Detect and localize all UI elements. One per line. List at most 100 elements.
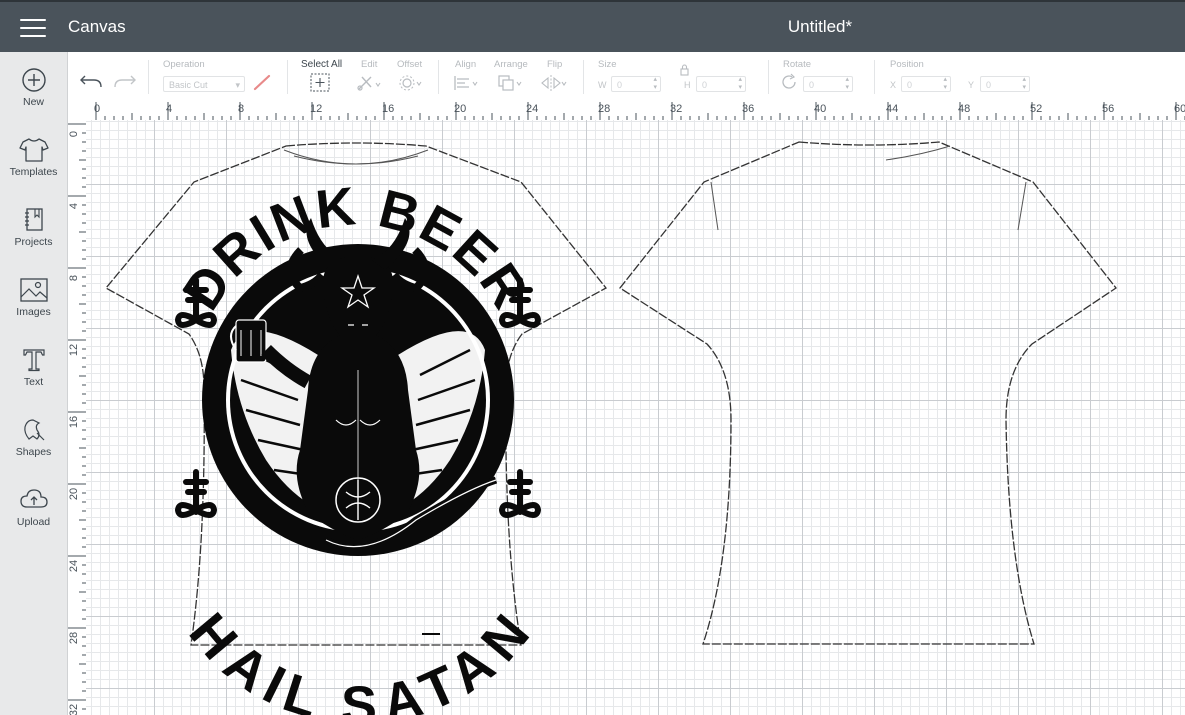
horizontal-ruler: 0 4 8 12 16 20 24 28 32 36 40 44 48 52 5… xyxy=(68,102,1185,121)
flip-button[interactable] xyxy=(539,72,567,96)
ruler-label: 40 xyxy=(814,103,827,115)
position-x-input[interactable]: 0 xyxy=(901,76,951,92)
pen-line-icon xyxy=(253,74,271,91)
projects-icon xyxy=(24,208,43,231)
edit-button[interactable] xyxy=(354,72,382,96)
canvas-artwork: DRINK BEER HAIL SATAN xyxy=(104,141,1117,715)
tshirt-back-template[interactable] xyxy=(619,141,1117,645)
size-w-label: W xyxy=(598,80,607,90)
sidebar-item-text[interactable]: Text xyxy=(0,347,67,409)
shapes-icon xyxy=(23,419,44,441)
sidebar-item-images[interactable]: Images xyxy=(0,277,67,339)
align-label: Align xyxy=(455,59,477,70)
divider xyxy=(874,60,875,94)
scissors-pen-icon xyxy=(357,76,381,91)
ruler-label: 0 xyxy=(94,103,101,115)
divider xyxy=(438,60,439,94)
leviathan-cross-icon xyxy=(174,469,218,518)
divider xyxy=(768,60,769,94)
offset-button[interactable] xyxy=(396,72,424,96)
sidebar-item-templates[interactable]: Templates xyxy=(0,137,67,199)
position-y-input[interactable]: 0 xyxy=(980,76,1030,92)
rotate-icon-wrap xyxy=(780,72,800,96)
ruler-label: 44 xyxy=(886,103,899,115)
tshirt-icon xyxy=(18,138,49,162)
ruler-label: 12 xyxy=(68,343,80,357)
tshirt-front-neckline xyxy=(283,149,429,165)
design-text-bottom: HAIL SATAN xyxy=(178,602,542,715)
arrange-icon xyxy=(498,75,522,91)
lock-proportions-button[interactable] xyxy=(674,62,694,78)
upload-icon xyxy=(19,489,48,508)
height-input[interactable]: 0 xyxy=(696,76,746,92)
sidebar-item-label: Projects xyxy=(14,236,53,248)
ruler-label: 16 xyxy=(68,415,80,429)
ruler-label: 28 xyxy=(68,631,80,645)
arrange-button[interactable] xyxy=(496,72,524,96)
title-bar: Canvas Untitled* xyxy=(0,0,1185,52)
document-title[interactable]: Untitled* xyxy=(0,17,1185,37)
ruler-label: 28 xyxy=(598,103,611,115)
sidebar-item-projects[interactable]: Projects xyxy=(0,207,67,269)
ruler-label: 4 xyxy=(68,202,80,210)
redo-icon xyxy=(114,75,136,88)
ruler-label: 32 xyxy=(68,703,80,715)
sidebar-item-label: Images xyxy=(16,306,51,318)
select-all-icon xyxy=(310,73,330,92)
ruler-label: 48 xyxy=(958,103,971,115)
ruler-label: 24 xyxy=(526,103,539,115)
rotate-input[interactable]: 0 xyxy=(803,76,853,92)
ruler-ticks xyxy=(95,102,1185,120)
linetype-color-swatch[interactable] xyxy=(250,72,278,96)
align-button[interactable] xyxy=(451,72,479,96)
offset-label: Offset xyxy=(397,59,423,70)
divider xyxy=(287,60,288,94)
select-all-button[interactable] xyxy=(308,72,336,96)
ruler-label: 52 xyxy=(1030,103,1043,115)
ruler-label: 8 xyxy=(68,274,80,282)
drink-beer-hail-satan-design[interactable]: DRINK BEER HAIL SATAN xyxy=(171,176,542,715)
sidebar-item-label: Shapes xyxy=(15,446,52,458)
align-icon xyxy=(454,76,478,90)
divider xyxy=(583,60,584,94)
design-canvas[interactable]: DRINK BEER HAIL SATAN xyxy=(86,120,1185,715)
text-icon xyxy=(22,349,45,372)
ruler-label: 20 xyxy=(68,487,80,501)
ruler-label: 8 xyxy=(238,103,245,115)
offset-icon xyxy=(399,75,422,91)
sidebar-item-label: New xyxy=(22,96,44,108)
redo-button[interactable] xyxy=(110,70,138,94)
position-label: Position xyxy=(890,59,924,70)
size-h-label: H xyxy=(684,80,691,90)
ruler-label: 4 xyxy=(166,103,173,115)
vertical-ruler: 0 4 8 12 16 20 24 28 32 xyxy=(68,120,87,715)
arrange-label: Arrange xyxy=(494,59,528,70)
operation-label: Operation xyxy=(163,59,205,70)
ruler-label: 20 xyxy=(454,103,467,115)
sidebar-item-label: Upload xyxy=(16,516,51,528)
rotate-label: Rotate xyxy=(783,59,811,70)
ruler-label: 36 xyxy=(742,103,755,115)
sidebar-item-new[interactable]: New xyxy=(0,67,67,129)
size-label: Size xyxy=(598,59,617,70)
edit-label: Edit xyxy=(361,59,378,70)
edit-toolbar: Operation Basic Cut Select All Edit Offs… xyxy=(68,52,1185,103)
ruler-label: 60 xyxy=(1174,103,1185,115)
plus-circle-icon xyxy=(21,68,46,92)
ruler-label: 12 xyxy=(310,103,323,115)
ruler-label: 16 xyxy=(382,103,395,115)
left-sidebar: New Templates Projects Images Text Shape… xyxy=(0,52,68,715)
sidebar-item-shapes[interactable]: Shapes xyxy=(0,417,67,479)
width-input[interactable]: 0 xyxy=(611,76,661,92)
rotate-icon xyxy=(782,73,796,89)
ruler-label: 24 xyxy=(68,559,80,573)
undo-button[interactable] xyxy=(78,70,106,94)
sidebar-item-upload[interactable]: Upload xyxy=(0,487,67,549)
ruler-label: 32 xyxy=(670,103,683,115)
divider xyxy=(148,60,149,94)
lock-icon xyxy=(680,64,689,76)
image-icon xyxy=(19,278,48,302)
pos-x-label: X xyxy=(890,80,897,90)
ruler-label: 56 xyxy=(1102,103,1115,115)
operation-select[interactable]: Basic Cut xyxy=(163,76,245,93)
